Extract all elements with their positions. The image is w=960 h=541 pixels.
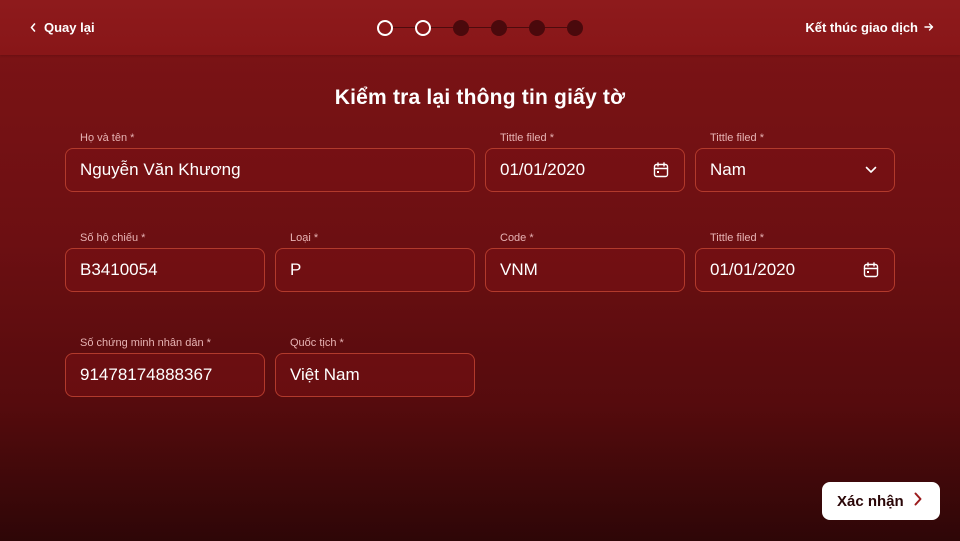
passport-number-value: B3410054 [80,260,158,279]
nationality-input[interactable]: Việt Nam [275,353,475,397]
id-number-value: 91478174888367 [80,365,213,384]
top-bar: Quay lại Kết thúc giao dịch [0,0,960,55]
passport-number-input[interactable]: B3410054 [65,248,265,292]
gender-value: Nam [710,160,746,179]
confirm-label: Xác nhận [837,492,904,510]
chevron-left-icon [30,22,36,32]
nationality-value: Việt Nam [290,365,360,384]
type-value: P [290,260,302,279]
confirm-button[interactable]: Xác nhận [822,482,940,520]
gender-label: Tittle filed * [710,132,765,144]
id-number-label: Số chứng minh nhân dân * [80,337,211,349]
arrow-right-icon [924,22,934,32]
step-4 [491,20,507,36]
full-name-value: Nguyễn Văn Khương [80,160,241,179]
code-label: Code * [500,232,534,244]
calendar-icon[interactable] [652,161,670,179]
chevron-right-icon [914,492,922,510]
code-value: VNM [500,260,538,279]
step-5 [529,20,545,36]
passport-number-label: Số hộ chiếu * [80,232,146,244]
date-2-value: 01/01/2020 [710,260,796,279]
date-2-input[interactable]: 01/01/2020 [695,248,895,292]
date-2-label: Tittle filed * [710,232,765,244]
back-button[interactable]: Quay lại [30,17,95,37]
id-number-input[interactable]: 91478174888367 [65,353,265,397]
step-3 [453,20,469,36]
progress-stepper [376,19,584,37]
end-transaction-button[interactable]: Kết thúc giao dịch [805,17,934,37]
type-input[interactable]: P [275,248,475,292]
end-transaction-label: Kết thúc giao dịch [805,19,918,35]
step-6 [567,20,583,36]
nationality-label: Quốc tịch * [290,337,344,349]
date-1-input[interactable]: 01/01/2020 [485,148,685,192]
calendar-icon[interactable] [862,261,880,279]
date-1-value: 01/01/2020 [500,160,586,179]
date-1-label: Tittle filed * [500,132,555,144]
step-2 [415,20,431,36]
step-1 [377,20,393,36]
full-name-label: Họ và tên * [80,132,135,144]
back-label: Quay lại [44,19,95,35]
type-label: Loại * [290,232,319,244]
code-input[interactable]: VNM [485,248,685,292]
chevron-down-icon[interactable] [862,161,880,179]
gender-select[interactable]: Nam [695,148,895,192]
page-title: Kiểm tra lại thông tin giấy tờ [334,86,626,109]
full-name-input[interactable]: Nguyễn Văn Khương [65,148,475,192]
